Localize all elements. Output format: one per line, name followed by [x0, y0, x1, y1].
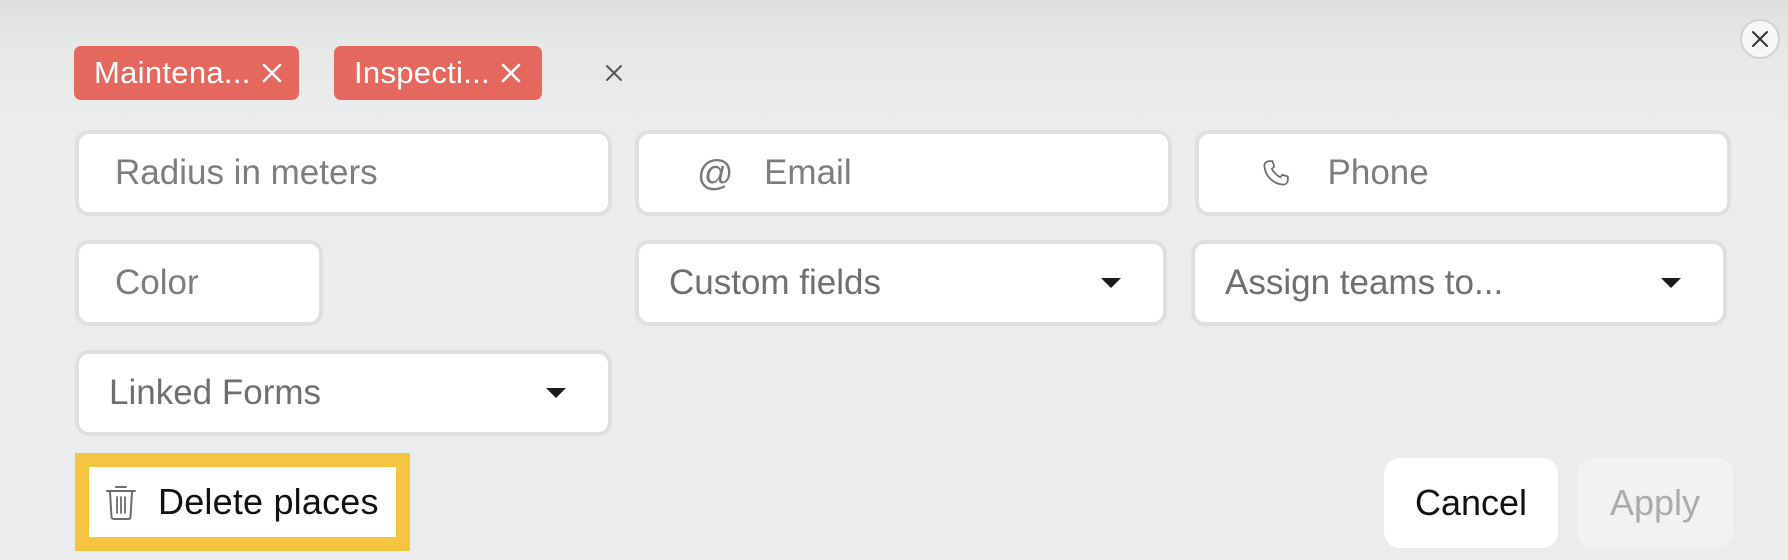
clear-filters-button[interactable]: [600, 59, 628, 87]
phone-field: [1195, 130, 1731, 216]
close-icon: [606, 65, 622, 81]
custom-fields-label: Custom fields: [669, 263, 882, 302]
trash-icon: [104, 483, 138, 521]
at-sign-icon: @: [697, 152, 734, 193]
caret-down-icon: [1101, 278, 1121, 288]
cancel-button[interactable]: Cancel: [1384, 458, 1558, 548]
custom-fields-select[interactable]: Custom fields: [635, 240, 1167, 326]
edit-places-panel: Maintena... Inspecti... @: [0, 0, 1788, 560]
close-icon: [1752, 31, 1768, 47]
color-input[interactable]: [115, 244, 319, 322]
apply-button[interactable]: Apply: [1577, 458, 1733, 548]
caret-down-icon: [1661, 278, 1681, 288]
filter-chip: Inspecti...: [334, 46, 542, 100]
radius-input[interactable]: [115, 134, 608, 212]
close-icon: [501, 63, 521, 83]
assign-teams-label: Assign teams to...: [1225, 263, 1504, 302]
linked-forms-select[interactable]: Linked Forms: [75, 350, 612, 436]
linked-forms-label: Linked Forms: [109, 373, 322, 412]
radius-field: [75, 130, 612, 216]
filter-chip: Maintena...: [74, 46, 299, 100]
filter-chip-label: Inspecti...: [354, 55, 490, 90]
close-dialog-button[interactable]: [1740, 19, 1780, 59]
filter-chip-label: Maintena...: [94, 55, 251, 90]
color-field: [75, 240, 323, 326]
phone-icon: [1261, 158, 1322, 188]
email-field: @: [635, 130, 1172, 216]
remove-chip-button[interactable]: [261, 62, 283, 84]
delete-places-label: Delete places: [158, 481, 379, 522]
delete-places-button[interactable]: Delete places: [75, 453, 410, 551]
caret-down-icon: [546, 388, 566, 398]
remove-chip-button[interactable]: [500, 62, 522, 84]
phone-input[interactable]: [1327, 134, 1727, 212]
assign-teams-select[interactable]: Assign teams to...: [1191, 240, 1727, 326]
close-icon: [262, 63, 281, 83]
email-input[interactable]: [764, 134, 1168, 212]
